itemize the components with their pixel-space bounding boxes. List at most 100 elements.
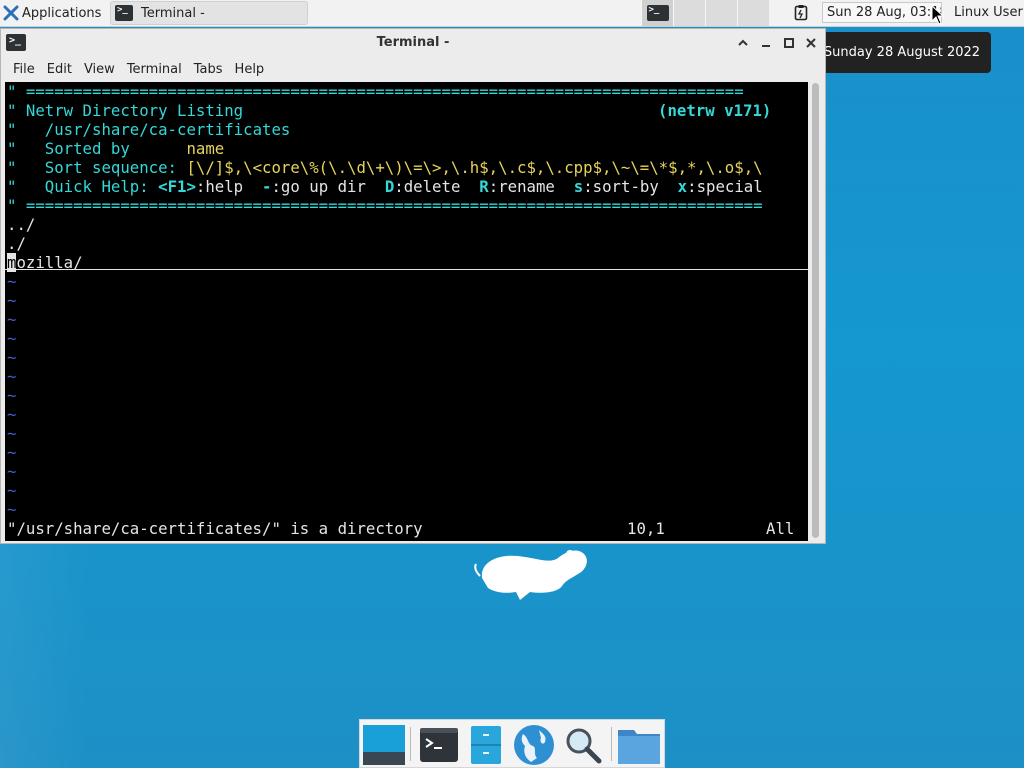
qh-val-3: :delete (394, 177, 480, 196)
workspace-2[interactable] (673, 0, 705, 26)
dock-folder[interactable] (617, 723, 661, 767)
tilde-line: ~ (7, 500, 17, 519)
menu-help[interactable]: Help (235, 62, 273, 77)
status-scroll: All (766, 519, 795, 538)
menu-bar: File Edit View Terminal Tabs Help (1, 57, 825, 81)
qh-key-6: x (677, 177, 688, 196)
netrw-version: (netrw v171) (658, 101, 772, 120)
dock-panel (359, 719, 665, 768)
netrw-sortseq-line: " Sort sequence: [\/]$,\<core\%(\.\d\+\)… (7, 158, 763, 177)
qh-val-2: :go up dir (271, 177, 385, 196)
netrw-rule-bottom: " ======================================… (7, 196, 763, 215)
qh-key-4: R (479, 177, 489, 196)
status-message: "/usr/share/ca-certificates/" is a direc… (7, 519, 423, 538)
user-menu[interactable]: Linux User (954, 0, 1023, 26)
show-desktop-icon (363, 725, 405, 765)
tilde-line: ~ (7, 481, 17, 500)
entry-parent-dir[interactable]: ../ (7, 215, 35, 234)
netrw-header-line: " Netrw Directory Listing (7, 101, 243, 120)
tilde-line: ~ (7, 291, 17, 310)
netrw-rule-top: " ======================================… (7, 82, 744, 101)
tilde-line: ~ (7, 405, 17, 424)
qh-key-3: D (384, 177, 395, 196)
netrw-title: Netrw Directory Listing (25, 101, 244, 120)
netrw-path: /usr/share/ca-certificates (44, 120, 291, 139)
cursorline-underline (5, 269, 808, 270)
applications-menu-button[interactable]: Applications (0, 0, 108, 26)
magnifier-icon (566, 728, 602, 764)
tilde-line: ~ (7, 367, 17, 386)
qh-key-1: <F1> (158, 177, 196, 196)
close-button[interactable] (801, 33, 821, 53)
qh-val-1: :help (195, 177, 263, 196)
path-prefix: " (7, 120, 45, 139)
chevron-up-icon (738, 39, 748, 46)
mouse-pointer-icon (931, 5, 945, 25)
dock-show-desktop[interactable] (362, 723, 406, 767)
qh-val-5: :sort-by (583, 177, 678, 196)
netrw-sorted-line: " Sorted by name (7, 139, 224, 158)
sorted-label: " Sorted by (7, 139, 187, 158)
tilde-line: ~ (7, 348, 17, 367)
dock-terminal[interactable] (417, 723, 461, 767)
xfce-mouse-mascot-icon (474, 550, 587, 600)
web-browser-icon (514, 725, 554, 765)
folder-icon (618, 730, 660, 764)
taskbar-terminal-label: Terminal - (141, 5, 205, 21)
header-prefix: " (7, 101, 26, 120)
terminal-window: Terminal - File Edit View Terminal Tabs … (0, 28, 826, 544)
menu-view[interactable]: View (84, 62, 123, 77)
terminal-output[interactable]: " ======================================… (5, 82, 808, 541)
dock-web-browser[interactable] (512, 723, 556, 767)
workspace-switcher (641, 0, 769, 26)
clock[interactable]: Sun 28 Aug, 03:18 (822, 2, 942, 23)
workspace-4[interactable] (737, 0, 769, 26)
shade-button[interactable] (733, 33, 753, 53)
scrollbar-thumb[interactable] (812, 83, 819, 538)
menu-terminal[interactable]: Terminal (127, 62, 190, 77)
clipboard-icon[interactable] (794, 4, 808, 21)
close-icon (806, 38, 816, 48)
tilde-line: ~ (7, 462, 17, 481)
netrw-path-line: " /usr/share/ca-certificates (7, 120, 290, 139)
xfce-logo-icon (3, 5, 19, 21)
sorted-value: name (186, 139, 225, 158)
sortseq-value: [\/]$,\<core\%(\.\d\+\)\=\>,\.h$,\.c$,\.… (186, 158, 763, 177)
entry-current-dir[interactable]: ./ (7, 234, 26, 253)
tilde-line: ~ (7, 272, 17, 291)
dock-app-finder[interactable] (561, 723, 605, 767)
tilde-line: ~ (7, 329, 17, 348)
workspace-3[interactable] (705, 0, 737, 26)
terminal-scrollbar[interactable] (810, 82, 822, 541)
tilde-line: ~ (7, 310, 17, 329)
tilde-line: ~ (7, 443, 17, 462)
minimize-button[interactable] (756, 33, 776, 53)
window-titlebar[interactable]: Terminal - (1, 29, 825, 57)
terminal-icon (115, 5, 133, 21)
minimize-icon (762, 45, 770, 47)
maximize-button[interactable] (779, 33, 799, 53)
qh-key-5: s (573, 177, 584, 196)
workspace-1[interactable] (641, 0, 673, 26)
quickhelp-label: " Quick Help: (7, 177, 159, 196)
maximize-icon (784, 38, 794, 48)
status-position: 10,1 (627, 519, 665, 538)
menu-tabs[interactable]: Tabs (194, 62, 231, 77)
dock-file-manager[interactable] (464, 723, 508, 767)
date-tooltip: Sunday 28 August 2022 (813, 32, 991, 73)
top-panel: Applications Terminal - Sun 28 Aug, 03:1… (0, 0, 1024, 27)
file-manager-icon (471, 726, 501, 764)
terminal-icon (646, 5, 669, 21)
dock-separator (410, 727, 411, 761)
window-title: Terminal - (376, 35, 450, 50)
menu-file[interactable]: File (1, 62, 43, 77)
tilde-line: ~ (7, 386, 17, 405)
terminal-icon (420, 728, 458, 762)
dock-separator (611, 727, 612, 761)
tilde-line: ~ (7, 424, 17, 443)
taskbar-terminal-button[interactable]: Terminal - (110, 1, 308, 25)
menu-edit[interactable]: Edit (47, 62, 80, 77)
netrw-quickhelp-line: " Quick Help: <F1>:help -:go up dir D:de… (7, 177, 763, 196)
applications-label: Applications (22, 5, 102, 21)
qh-val-6: :special (687, 177, 763, 196)
